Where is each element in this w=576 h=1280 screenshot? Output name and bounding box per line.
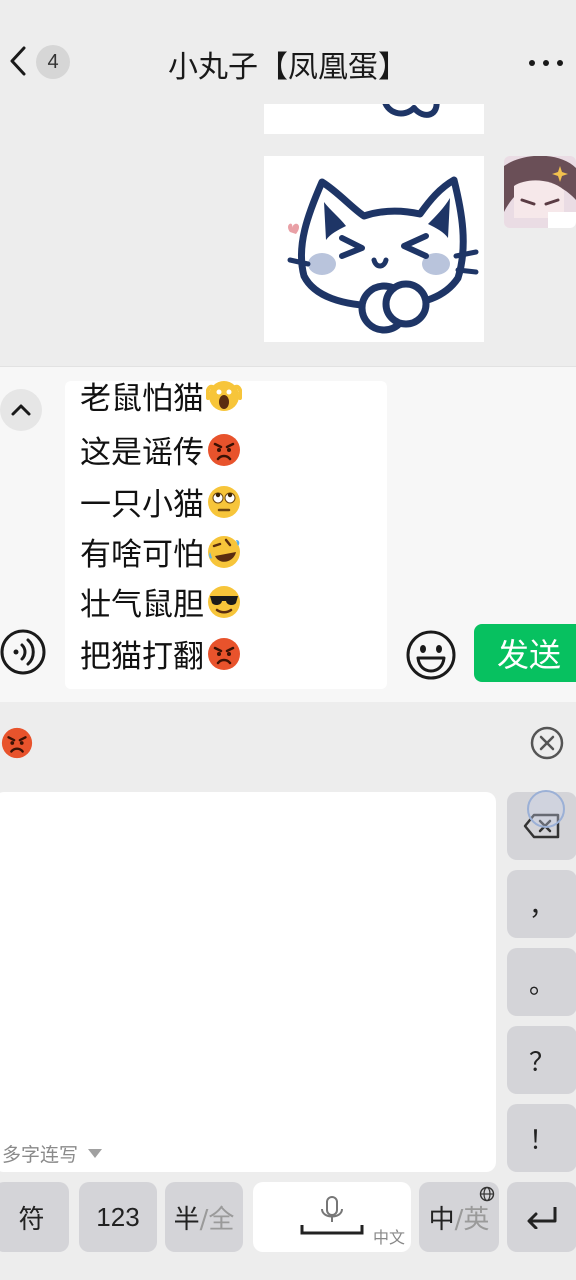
microphone-icon — [300, 1196, 364, 1235]
dropdown-triangle-icon — [88, 1149, 103, 1158]
message-line-text: 壮气鼠胆 — [80, 587, 204, 623]
message-line-text: 一只小猫 — [80, 487, 204, 523]
sticker-message[interactable] — [264, 156, 484, 342]
close-candidate-icon[interactable] — [530, 726, 564, 760]
exclamation-key[interactable]: ！ — [507, 1104, 576, 1172]
chat-title: 小丸子【凤凰蛋】 — [168, 50, 408, 85]
message-input-bar: 老鼠怕猫 这是谣传 一只小猫 有啥可怕 壮气鼠胆 把猫打翻 发送 — [0, 366, 576, 702]
emoji-picker-icon[interactable] — [405, 629, 457, 681]
sticker-message[interactable] — [264, 104, 484, 134]
symbol-key[interactable]: 符 — [0, 1182, 69, 1252]
question-mark-key[interactable]: ？ — [507, 1026, 576, 1094]
handwriting-pad[interactable] — [0, 792, 496, 1172]
message-line: 有啥可怕 — [80, 529, 242, 574]
full-width-label: /全 — [199, 1204, 235, 1235]
cat-sticker-partial-image — [382, 104, 440, 118]
chat-header: 4 小丸子【凤凰蛋】 — [0, 0, 576, 104]
comma-key[interactable]: ， — [507, 870, 576, 938]
numbers-key[interactable]: 123 — [79, 1182, 157, 1252]
angry-emoji-icon — [208, 433, 240, 466]
collapse-button[interactable] — [0, 389, 42, 431]
half-full-width-key[interactable]: 半/全 — [165, 1182, 243, 1252]
space-key[interactable]: 中文 — [253, 1182, 411, 1252]
message-line: 把猫打翻 — [80, 631, 242, 676]
half-width-label: 半 — [173, 1204, 200, 1235]
scream-emoji-icon — [206, 381, 242, 411]
language-switch-key[interactable]: 中/英 — [419, 1182, 499, 1252]
voice-input-icon[interactable] — [0, 629, 46, 675]
ime-keyboard: 多字连写 ， 。 ？ ！ 符 123 半/全 中文 中/英 — [0, 702, 576, 1280]
chevron-up-icon — [11, 404, 31, 416]
candidate-angry-emoji-icon[interactable] — [0, 726, 34, 760]
back-arrow-icon[interactable] — [6, 44, 32, 78]
message-line-text: 把猫打翻 — [80, 639, 204, 675]
message-line: 壮气鼠胆 — [80, 579, 242, 624]
send-button[interactable]: 发送 — [474, 624, 576, 682]
message-line-text: 老鼠怕猫 — [80, 381, 204, 417]
message-line: 老鼠怕猫 — [80, 381, 242, 418]
user-avatar[interactable] — [504, 156, 576, 228]
chinese-label: 中 — [428, 1204, 455, 1235]
angry-emoji-icon — [208, 637, 240, 670]
handwriting-mode-selector[interactable]: 多字连写 — [2, 1140, 103, 1167]
more-options-icon[interactable] — [528, 58, 564, 68]
rofl-emoji-icon — [208, 535, 240, 568]
cat-sticker-image — [287, 176, 479, 334]
message-list[interactable] — [0, 104, 576, 366]
enter-icon — [527, 1207, 557, 1229]
touch-indicator — [527, 790, 565, 828]
period-key[interactable]: 。 — [507, 948, 576, 1016]
message-input-field[interactable]: 老鼠怕猫 这是谣传 一只小猫 有啥可怕 壮气鼠胆 把猫打翻 — [65, 381, 387, 689]
message-line: 一只小猫 — [80, 479, 242, 524]
unread-count-badge[interactable]: 4 — [36, 45, 70, 79]
message-line-text: 有啥可怕 — [80, 537, 204, 573]
sunglasses-emoji-icon — [208, 585, 240, 618]
handwriting-mode-label: 多字连写 — [2, 1144, 79, 1166]
globe-icon — [479, 1186, 495, 1202]
message-line-text: 这是谣传 — [80, 435, 204, 471]
english-label: /英 — [454, 1204, 490, 1235]
eye-roll-emoji-icon — [208, 485, 240, 518]
enter-key[interactable] — [507, 1182, 576, 1252]
space-key-sublabel: 中文 — [372, 1228, 405, 1247]
avatar-image — [504, 156, 576, 228]
message-line: 这是谣传 — [80, 427, 242, 472]
